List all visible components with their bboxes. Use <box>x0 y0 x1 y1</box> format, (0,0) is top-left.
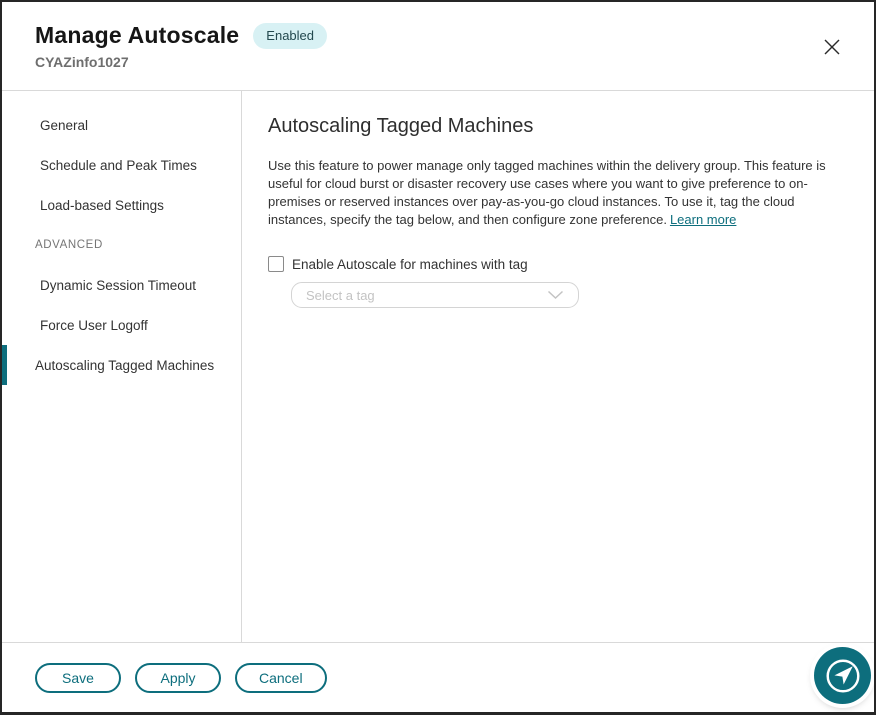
sidebar-item-autoscaling-tagged-machines[interactable]: Autoscaling Tagged Machines <box>2 345 241 385</box>
sidebar-section-advanced: ADVANCED <box>2 225 241 265</box>
apply-button[interactable]: Apply <box>135 663 221 693</box>
feedback-send-button[interactable] <box>814 647 871 704</box>
status-badge: Enabled <box>253 23 327 49</box>
feature-description: Use this feature to power manage only ta… <box>268 157 848 229</box>
dialog-header: Manage Autoscale Enabled CYAZinfo1027 <box>2 2 874 91</box>
dialog-footer: Save Apply Cancel <box>2 642 874 712</box>
autoscaling-tagged-machines-panel: Autoscaling Tagged Machines Use this fea… <box>242 91 874 642</box>
feature-description-text: Use this feature to power manage only ta… <box>268 158 826 227</box>
page-title: Autoscaling Tagged Machines <box>268 115 848 138</box>
close-icon[interactable] <box>820 35 844 59</box>
delivery-group-name: CYAZinfo1027 <box>35 54 844 70</box>
dialog-title: Manage Autoscale <box>35 22 239 49</box>
manage-autoscale-dialog: Manage Autoscale Enabled CYAZinfo1027 Ge… <box>0 0 876 715</box>
tag-select-dropdown: Select a tag <box>291 282 579 308</box>
sidebar-item-general[interactable]: General <box>2 105 241 145</box>
tag-select-placeholder: Select a tag <box>306 288 547 303</box>
sidebar-item-force-user-logoff[interactable]: Force User Logoff <box>2 305 241 345</box>
learn-more-link[interactable]: Learn more <box>670 212 736 227</box>
sidebar-item-schedule-and-peak-times[interactable]: Schedule and Peak Times <box>2 145 241 185</box>
dialog-body: General Schedule and Peak Times Load-bas… <box>2 91 874 642</box>
send-paper-plane-icon <box>821 654 865 698</box>
chevron-down-icon <box>547 290 564 300</box>
sidebar-item-dynamic-session-timeout[interactable]: Dynamic Session Timeout <box>2 265 241 305</box>
enable-autoscale-row: Enable Autoscale for machines with tag <box>268 256 848 272</box>
title-row: Manage Autoscale Enabled <box>35 22 844 49</box>
enable-autoscale-label[interactable]: Enable Autoscale for machines with tag <box>292 257 528 272</box>
cancel-button[interactable]: Cancel <box>235 663 327 693</box>
save-button[interactable]: Save <box>35 663 121 693</box>
sidebar-item-load-based-settings[interactable]: Load-based Settings <box>2 185 241 225</box>
enable-autoscale-checkbox[interactable] <box>268 256 284 272</box>
settings-sidebar: General Schedule and Peak Times Load-bas… <box>2 91 242 642</box>
